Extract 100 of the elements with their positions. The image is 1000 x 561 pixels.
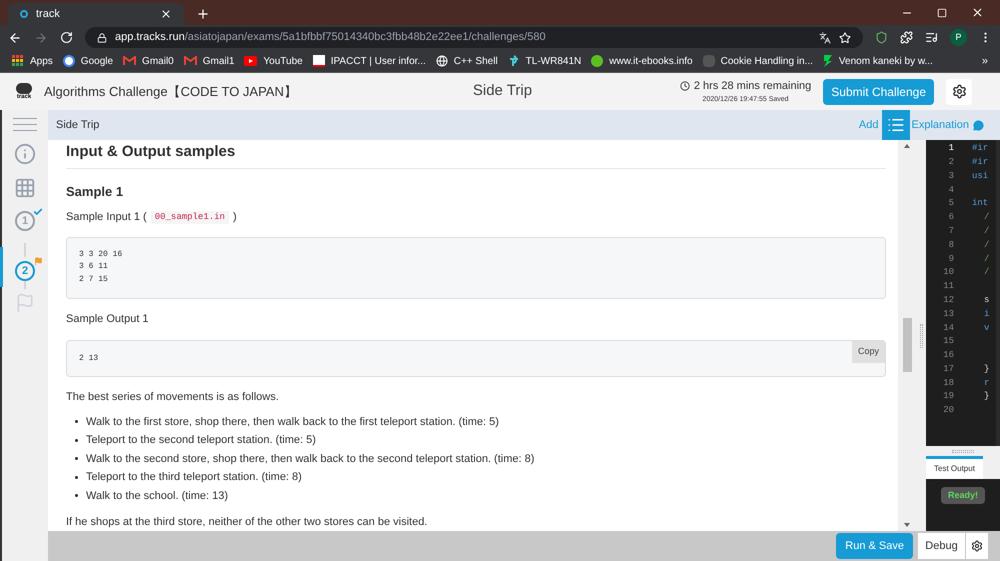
code-text: r <box>984 376 990 390</box>
code-text: / <box>984 252 990 266</box>
output-text: 2 13 <box>79 352 98 364</box>
explanation-intro: The best series of movements is as follows. <box>66 390 280 405</box>
editor-settings-button[interactable] <box>966 533 988 559</box>
test-output-tab[interactable]: Test Output <box>926 456 983 479</box>
line-number: 18 <box>942 376 954 390</box>
line-number: 6 <box>948 211 954 224</box>
input-label-end: ) <box>232 210 237 225</box>
more-bookmarks[interactable]: » <box>982 52 988 70</box>
address-field[interactable]: app.tracks.run/asiatojapan/exams/5a1bfbbf75014340bc3fbb48b2e22ee1/challenges/580 <box>85 27 863 48</box>
problem-title: Side Trip <box>56 118 100 133</box>
play-icon <box>244 56 258 66</box>
code-text: usi <box>972 170 988 183</box>
shield-icon[interactable] <box>875 31 888 44</box>
list-item-text: Walk to the school. (time: 13) <box>86 488 228 504</box>
code-text: / <box>984 224 990 238</box>
sample-input-block: 3 3 20 16 3 6 11 2 7 15 <box>66 236 886 298</box>
line-number: 4 <box>948 184 954 197</box>
bookmark-link[interactable]: IPACCT | User infor... <box>330 54 426 68</box>
bookmark-star-icon[interactable] <box>839 32 851 44</box>
ip-logo-icon <box>312 55 325 67</box>
profile-avatar[interactable]: P <box>950 29 967 46</box>
code-text: s <box>984 294 990 307</box>
bookmark-link[interactable]: C++ Shell <box>454 54 498 68</box>
code-text: v <box>984 322 990 334</box>
clock-icon <box>680 81 690 92</box>
explanation-outro: If he shops at the third store, neither of the other two stores can be visited. <box>66 515 428 530</box>
line-number: 5 <box>948 197 954 210</box>
bookmark-link[interactable]: Google <box>80 54 114 68</box>
tp-logo-icon <box>508 55 520 67</box>
settings-icon <box>971 540 983 552</box>
bookmark-link[interactable]: www.it-ebooks.info <box>609 54 693 68</box>
code-text: } <box>984 362 990 376</box>
code-text: int <box>972 197 988 210</box>
extensions-icon[interactable] <box>900 31 913 44</box>
line-number: 10 <box>942 266 954 280</box>
copy-button[interactable]: Copy <box>852 341 885 362</box>
sample-heading: Sample 1 <box>66 182 124 201</box>
translate-icon[interactable] <box>819 32 831 44</box>
code-text: i <box>984 308 990 321</box>
line-number: 15 <box>942 335 954 348</box>
reload-icon[interactable] <box>60 31 73 44</box>
bookmark-link[interactable]: YouTube <box>263 54 303 68</box>
code-text: / <box>984 266 990 280</box>
app-title: Algorithms Challenge【CODE TO JAPAN】 <box>44 82 297 101</box>
code-text: / <box>984 238 990 252</box>
line-number: 16 <box>942 349 954 362</box>
line-number: 11 <box>942 280 954 294</box>
debug-button[interactable]: Debug <box>918 533 965 559</box>
line-number: 3 <box>948 170 954 183</box>
code-text: #ir <box>972 156 988 169</box>
scroll-down-icon[interactable] <box>904 523 910 527</box>
lock-icon <box>97 32 107 42</box>
output-label: Sample Output 1 <box>66 312 150 326</box>
list-item-text: Walk to the first store, shop there, then walk back to the first teleport station. (time: 5) <box>86 414 499 430</box>
envelope-icon <box>123 56 136 66</box>
line-number: 1 <box>948 142 954 156</box>
list-icon <box>886 116 904 134</box>
code-editor[interactable]: 1 #ir 2 #ir 3 usi 4 5 int 6 / 7 / 8 / 9 / 10 / 11 12 s 13 i 14 v 15 16 17 } 18 r 19 } 20 <box>926 140 1000 446</box>
browser-tab[interactable]: track <box>8 3 184 25</box>
settings-button[interactable] <box>946 78 972 104</box>
globe-icon <box>436 55 448 67</box>
media-list-icon[interactable] <box>925 31 938 44</box>
close-window-icon[interactable] <box>971 6 984 19</box>
logo-mark-icon <box>16 83 32 94</box>
line-number: 17 <box>942 362 954 376</box>
line-number: 19 <box>942 390 954 404</box>
lightning-logo-icon <box>822 55 833 67</box>
section-heading: Input & Output samples <box>66 140 886 168</box>
time-remaining: 2 hrs 28 mins remaining <box>694 79 812 94</box>
bookmark-link[interactable]: Gmail0 <box>142 54 174 68</box>
scroll-up-icon[interactable] <box>904 144 910 148</box>
line-number: 7 <box>948 224 954 238</box>
bookmark-link[interactable]: Apps <box>30 54 53 68</box>
scrollbar-thumb[interactable] <box>902 318 912 372</box>
bookmark-link[interactable]: Gmail1 <box>202 54 234 68</box>
forward-icon[interactable] <box>34 30 48 44</box>
bookmark-link[interactable]: Cookie Handling in... <box>720 54 813 68</box>
input-label: Sample Input 1 ( <box>66 210 147 225</box>
back-icon[interactable] <box>8 30 22 44</box>
bookmark-link[interactable]: TL-WR841N <box>526 54 582 68</box>
code-text: #ir <box>972 142 988 156</box>
close-tab-icon[interactable] <box>160 8 172 20</box>
list-item-text: Teleport to the third teleport station. (time: 8) <box>86 470 302 485</box>
restore-icon[interactable] <box>937 8 947 18</box>
line-number: 8 <box>948 238 954 252</box>
url-text: app.tracks.run/asiatojapan/exams/5a1bfbbf75014340bc3fbb48b2e22ee1/challenges/580 <box>115 30 547 46</box>
tab-title: track <box>36 6 61 22</box>
list-toggle-button[interactable] <box>882 110 910 140</box>
new-tab-icon[interactable] <box>196 7 210 21</box>
bookmark-link[interactable]: Venom kaneki by w... <box>838 54 933 68</box>
line-number: 12 <box>942 294 954 307</box>
code-text: / <box>984 211 990 224</box>
list-item-text: Teleport to the second teleport station. (time: 5) <box>86 433 316 448</box>
line-number: 9 <box>948 252 954 266</box>
status-badge: Ready! <box>940 487 985 504</box>
code-text: } <box>984 390 990 404</box>
comment-icon <box>973 120 984 130</box>
challenge-title: Side Trip <box>472 81 532 102</box>
